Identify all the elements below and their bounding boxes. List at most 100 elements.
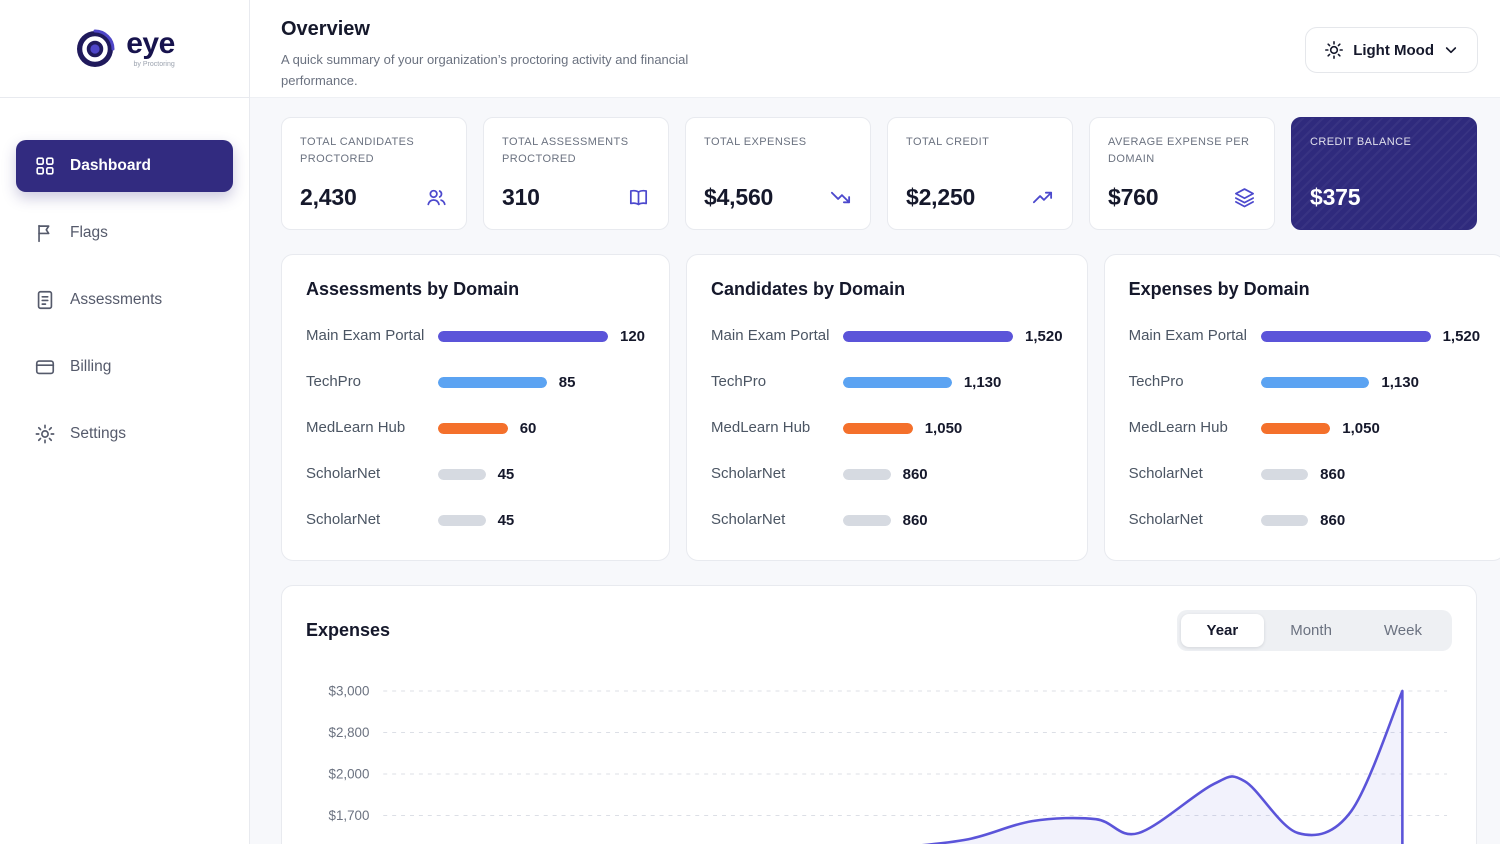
expenses-chart: $3,000$2,800$2,000$1,700$850 <box>306 677 1452 844</box>
tab-month[interactable]: Month <box>1264 614 1358 647</box>
stat-label: TOTAL CREDIT <box>906 134 1054 170</box>
domain-bar <box>843 331 1013 342</box>
domain-label: ScholarNet <box>711 510 843 530</box>
domain-bar <box>438 469 486 480</box>
domain-row: ScholarNet 45 <box>306 464 645 484</box>
brand-tagline: by Proctoring <box>134 61 175 68</box>
content: TOTAL CANDIDATES PROCTORED 2,430 TOTAL A… <box>250 98 1500 844</box>
domain-bar <box>843 377 952 388</box>
card-title: Assessments by Domain <box>306 279 645 300</box>
dashboard-grid-icon <box>34 155 56 177</box>
tab-week[interactable]: Week <box>1358 614 1448 647</box>
stat-card-credit: TOTAL CREDIT $2,250 <box>887 117 1073 230</box>
domain-label: Main Exam Portal <box>306 326 438 346</box>
domain-label: Main Exam Portal <box>711 326 843 346</box>
stat-label: TOTAL ASSESSMENTS PROCTORED <box>502 134 650 170</box>
domain-value: 1,050 <box>925 420 963 437</box>
domain-row: ScholarNet 860 <box>1129 464 1481 484</box>
domain-value: 1,050 <box>1342 420 1380 437</box>
domain-value: 1,130 <box>964 374 1002 391</box>
book-icon <box>627 186 650 209</box>
domain-row: Main Exam Portal 120 <box>306 326 645 346</box>
sidebar-item-label: Flags <box>70 224 108 242</box>
stat-card-assessments: TOTAL ASSESSMENTS PROCTORED 310 <box>483 117 669 230</box>
assessments-by-domain-card: Assessments by Domain Main Exam Portal 1… <box>281 254 670 561</box>
domain-bar <box>438 515 486 526</box>
stat-value: 2,430 <box>300 184 357 211</box>
domain-bar <box>843 515 891 526</box>
brand-name: eye <box>126 29 175 59</box>
expenses-by-domain-card: Expenses by Domain Main Exam Portal 1,52… <box>1104 254 1500 561</box>
users-icon <box>425 186 448 209</box>
stat-label: TOTAL EXPENSES <box>704 134 852 170</box>
y-axis-tick-label: $2,800 <box>329 725 370 740</box>
domain-label: ScholarNet <box>306 464 438 484</box>
sidebar-item-dashboard[interactable]: Dashboard <box>16 140 233 192</box>
domain-bar <box>1261 377 1370 388</box>
domain-value: 60 <box>520 420 537 437</box>
domain-bar <box>843 469 891 480</box>
domain-bar <box>1261 469 1309 480</box>
domain-bar <box>1261 331 1431 342</box>
expenses-chart-svg: $3,000$2,800$2,000$1,700$850 <box>306 677 1452 844</box>
domain-value: 45 <box>498 512 515 529</box>
domain-bar <box>1261 515 1309 526</box>
domain-row: ScholarNet 860 <box>711 510 1063 530</box>
brand-logo-icon <box>74 28 116 70</box>
stat-value: $375 <box>1310 184 1360 211</box>
domain-cards-row: Assessments by Domain Main Exam Portal 1… <box>281 254 1477 561</box>
domain-label: MedLearn Hub <box>1129 418 1261 438</box>
domain-row: TechPro 1,130 <box>711 372 1063 392</box>
domain-value: 860 <box>903 512 928 529</box>
trend-up-icon <box>1031 186 1054 209</box>
sidebar-item-billing[interactable]: Billing <box>16 341 233 393</box>
theme-toggle-button[interactable]: Light Mood <box>1305 27 1478 73</box>
sidebar-item-assessments[interactable]: Assessments <box>16 274 233 326</box>
expenses-title: Expenses <box>306 620 390 641</box>
sidebar-item-label: Billing <box>70 358 111 376</box>
stat-card-credit-balance: CREDIT BALANCE $375 <box>1291 117 1477 230</box>
domain-value: 1,520 <box>1025 328 1063 345</box>
domain-row: Main Exam Portal 1,520 <box>711 326 1063 346</box>
assessments-doc-icon <box>34 289 56 311</box>
domain-row: ScholarNet 860 <box>711 464 1063 484</box>
brand-logo: eye by Proctoring <box>0 0 249 98</box>
sun-icon <box>1324 40 1344 60</box>
y-axis-tick-label: $1,700 <box>329 808 370 823</box>
sidebar-nav: Dashboard Flags Assessments Billing <box>0 98 249 460</box>
tab-year[interactable]: Year <box>1181 614 1265 647</box>
candidates-by-domain-card: Candidates by Domain Main Exam Portal 1,… <box>686 254 1088 561</box>
domain-value: 860 <box>1320 512 1345 529</box>
domain-value: 45 <box>498 466 515 483</box>
stat-value: $760 <box>1108 184 1158 211</box>
domain-label: ScholarNet <box>1129 464 1261 484</box>
stat-value: $4,560 <box>704 184 773 211</box>
domain-row: TechPro 85 <box>306 372 645 392</box>
domain-label: Main Exam Portal <box>1129 326 1261 346</box>
sidebar-item-label: Settings <box>70 425 126 443</box>
domain-label: TechPro <box>306 372 438 392</box>
domain-label: TechPro <box>711 372 843 392</box>
stat-label: CREDIT BALANCE <box>1310 134 1458 170</box>
domain-row: MedLearn Hub 60 <box>306 418 645 438</box>
sidebar-item-settings[interactable]: Settings <box>16 408 233 460</box>
domain-value: 85 <box>559 374 576 391</box>
domain-value: 860 <box>903 466 928 483</box>
domain-row: ScholarNet 860 <box>1129 510 1481 530</box>
domain-bar <box>843 423 913 434</box>
domain-row: MedLearn Hub 1,050 <box>1129 418 1481 438</box>
domain-label: ScholarNet <box>1129 510 1261 530</box>
domain-value: 1,130 <box>1381 374 1419 391</box>
sidebar: eye by Proctoring Dashboard Flags Assess… <box>0 0 250 844</box>
domain-value: 1,520 <box>1443 328 1481 345</box>
domain-bar <box>1261 423 1331 434</box>
layers-icon <box>1233 186 1256 209</box>
domain-label: MedLearn Hub <box>306 418 438 438</box>
domain-bar <box>438 423 508 434</box>
page-subtitle: A quick summary of your organization’s p… <box>281 50 711 92</box>
stats-row: TOTAL CANDIDATES PROCTORED 2,430 TOTAL A… <box>281 117 1477 230</box>
sidebar-item-label: Assessments <box>70 291 162 309</box>
sidebar-item-flags[interactable]: Flags <box>16 207 233 259</box>
domain-row: MedLearn Hub 1,050 <box>711 418 1063 438</box>
page-title: Overview <box>281 18 711 41</box>
